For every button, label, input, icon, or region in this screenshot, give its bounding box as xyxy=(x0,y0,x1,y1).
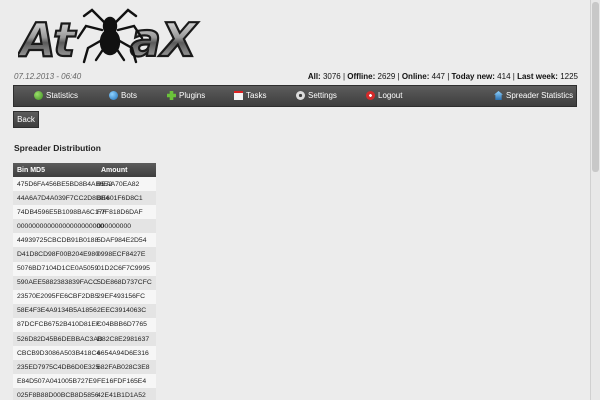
cell-bin-md5: 87DCFCB6752B410D81EF xyxy=(13,317,100,333)
table-row: CBCB9D3086A503B418C4 6654A94D6E316 xyxy=(13,346,156,361)
spreader-distribution-table: Bin MD5 Amount 475D6FA456BE5BD8B4AB6E2 BE… xyxy=(13,163,156,400)
cell-amount: 29EF493156FC xyxy=(97,289,156,304)
table-row: 475D6FA456BE5BD8B4AB6E2 BEAA70EA82 xyxy=(13,177,156,192)
main-nav: Statistics Bots Plugins Tasks Settings L… xyxy=(13,85,577,107)
stat-all-label: All: xyxy=(307,72,321,81)
nav-item-bots[interactable]: Bots xyxy=(109,91,137,100)
cell-bin-md5: 590AEE5882383839FACC xyxy=(13,275,98,290)
table-row: 526D82D45B6DEBBAC3AB D82C8E2981637 xyxy=(13,332,156,347)
cell-bin-md5: 526D82D45B6DEBBAC3AB xyxy=(13,332,102,347)
table-row: 590AEE5882383839FACC 5DE868D737CFC xyxy=(13,275,156,290)
globe-icon xyxy=(34,91,43,100)
nav-item-label: Spreader Statistics xyxy=(506,91,574,100)
page-title: Spreader Distribution xyxy=(14,143,101,153)
stat-offline-value: 2629 xyxy=(377,72,396,81)
nav-item-label: Statistics xyxy=(46,91,79,100)
cell-bin-md5: 475D6FA456BE5BD8B4AB6E2 xyxy=(13,177,112,192)
nav-item-label: Plugins xyxy=(179,91,206,100)
nav-item-label: Tasks xyxy=(246,91,267,100)
nav-item-spreader-statistics[interactable]: Spreader Statistics xyxy=(494,91,573,100)
stat-week-label: Last week: xyxy=(517,72,558,81)
gear-icon xyxy=(296,91,305,100)
bots-icon xyxy=(109,91,118,100)
nav-item-logout[interactable]: Logout xyxy=(366,91,402,100)
stat-online-label: Online: xyxy=(401,72,430,81)
nav-item-tasks[interactable]: Tasks xyxy=(234,91,266,100)
cell-bin-md5: 235ED7975C4DB6D0E325 xyxy=(13,360,99,375)
cell-amount: 0998ECF8427E xyxy=(97,247,156,262)
cell-amount: FE16FDF165E4 xyxy=(97,374,156,389)
nav-item-statistics[interactable]: Statistics xyxy=(34,91,78,100)
cell-amount: 682FAB028C3E8 xyxy=(97,360,156,375)
cell-bin-md5: 58E4F3E4A9134B5A1856 xyxy=(13,303,97,318)
cell-bin-md5: CBCB9D3086A503B418C4 xyxy=(13,346,100,361)
scrollbar-thumb[interactable] xyxy=(592,2,599,172)
nav-item-settings[interactable]: Settings xyxy=(296,91,337,100)
cell-amount: D82C8E2981637 xyxy=(97,332,156,347)
stat-all-value: 3076 xyxy=(322,72,341,81)
nav-item-label: Settings xyxy=(308,91,337,100)
bot-stats-summary: All: 3076 | Offline: 2629 | Online: 447 … xyxy=(307,72,578,81)
puzzle-icon xyxy=(167,91,176,100)
nav-item-plugins[interactable]: Plugins xyxy=(167,91,205,100)
back-button[interactable]: Back xyxy=(13,111,39,128)
table-row: 025F8B88D00BCB8D5856 42E41B1D1A52 xyxy=(13,388,156,400)
table-row: 44939725CBCDB91B0188 5DAF984E2D54 xyxy=(13,233,156,248)
table-header-row: Bin MD5 Amount xyxy=(13,163,156,177)
table-row: 5076BD7104D1CE0A5059 01D2C6F7C9995 xyxy=(13,261,156,276)
table-row: E84D507A041005B727E9 FE16FDF165E4 xyxy=(13,374,156,389)
vertical-scrollbar[interactable] xyxy=(590,0,600,400)
table-row: 23570E2095FE6CBF2DB5 29EF493156FC xyxy=(13,289,156,304)
column-header-amount[interactable]: Amount xyxy=(97,163,156,177)
stat-today-label: Today new: xyxy=(451,72,495,81)
atmax-logo: At aX xyxy=(18,8,200,66)
cell-amount: 01D2C6F7C9995 xyxy=(97,261,156,276)
cell-amount: 000000000 xyxy=(97,219,156,234)
column-header-bin-md5[interactable]: Bin MD5 xyxy=(13,163,97,177)
table-row: 00000000000000000000000 000000000 xyxy=(13,219,156,234)
cell-bin-md5: 00000000000000000000000 xyxy=(13,219,104,234)
cell-amount: 42E41B1D1A52 xyxy=(97,388,156,400)
cell-amount: F7F818D6DAF xyxy=(97,205,156,220)
cell-amount: BEAA70EA82 xyxy=(97,177,156,192)
cell-amount: 2EEC3914063C xyxy=(97,303,156,318)
cell-amount: 5DE868D737CFC xyxy=(97,275,156,290)
stat-online-value: 447 xyxy=(431,72,445,81)
cell-bin-md5: 44939725CBCDB91B0188 xyxy=(13,233,98,248)
cell-bin-md5: E84D507A041005B727E9 xyxy=(13,374,97,389)
date-time: 07.12.2013 - 06:40 xyxy=(14,72,82,81)
nav-item-label: Logout xyxy=(378,91,403,100)
svg-text:aX: aX xyxy=(130,13,199,66)
cell-bin-md5: D41D8CD98F00B204E980 xyxy=(13,247,99,262)
cell-amount: 5DAF984E2D54 xyxy=(97,233,156,248)
svg-text:At: At xyxy=(18,13,77,66)
cell-amount: 6654A94D6E316 xyxy=(97,346,156,361)
cell-bin-md5: 23570E2095FE6CBF2DB5 xyxy=(13,289,99,304)
stat-week-value: 1225 xyxy=(560,72,578,81)
cell-bin-md5: 44A6A7D4A039F7CC2D8DB4 xyxy=(13,191,109,206)
table-row: 58E4F3E4A9134B5A1856 2EEC3914063C xyxy=(13,303,156,318)
stat-today-value: 414 xyxy=(497,72,511,81)
table-row: D41D8CD98F00B204E980 0998ECF8427E xyxy=(13,247,156,262)
house-icon xyxy=(494,91,503,100)
table-row: 74DB4596E5B1098BA6C17F F7F818D6DAF xyxy=(13,205,156,220)
power-icon xyxy=(366,91,375,100)
table-row: 44A6A7D4A039F7CC2D8DB4 BE601F6D8C1 xyxy=(13,191,156,206)
cell-bin-md5: 74DB4596E5B1098BA6C17F xyxy=(13,205,107,220)
nav-item-label: Bots xyxy=(121,91,138,100)
cell-amount: C04BBB6D7765 xyxy=(97,317,156,333)
cell-bin-md5: 025F8B88D00BCB8D5856 xyxy=(13,388,99,400)
cell-bin-md5: 5076BD7104D1CE0A5059 xyxy=(13,261,98,276)
table-row: 235ED7975C4DB6D0E325 682FAB028C3E8 xyxy=(13,360,156,375)
table-row: 87DCFCB6752B410D81EF C04BBB6D7765 xyxy=(13,317,156,333)
stat-offline-label: Offline: xyxy=(347,72,376,81)
cell-amount: BE601F6D8C1 xyxy=(97,191,156,206)
calendar-icon xyxy=(234,91,243,100)
